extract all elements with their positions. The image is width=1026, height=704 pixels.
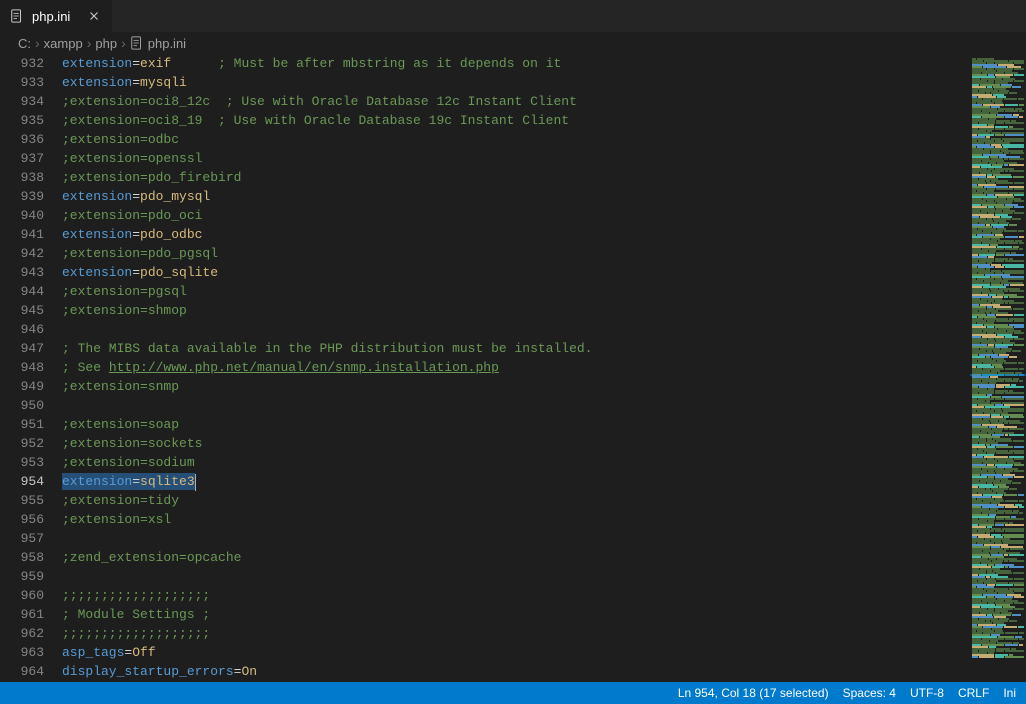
line-number: 947 <box>0 339 44 358</box>
code-line[interactable]: ;extension=odbc <box>62 130 970 149</box>
code-line[interactable] <box>62 396 970 415</box>
line-number-gutter: 9329339349359369379389399409419429439449… <box>0 54 62 682</box>
line-number: 961 <box>0 605 44 624</box>
code-line[interactable]: ;extension=snmp <box>62 377 970 396</box>
status-encoding[interactable]: UTF-8 <box>910 686 944 700</box>
line-number: 946 <box>0 320 44 339</box>
line-number: 934 <box>0 92 44 111</box>
line-number: 957 <box>0 529 44 548</box>
chevron-right-icon: › <box>35 35 40 51</box>
tab-bar: php.ini <box>0 0 1026 32</box>
chevron-right-icon: › <box>87 35 92 51</box>
code-line[interactable] <box>62 320 970 339</box>
code-line[interactable]: ;zend_extension=opcache <box>62 548 970 567</box>
file-config-icon <box>10 9 24 23</box>
line-number: 936 <box>0 130 44 149</box>
line-number: 952 <box>0 434 44 453</box>
line-number: 955 <box>0 491 44 510</box>
line-number: 960 <box>0 586 44 605</box>
line-number: 938 <box>0 168 44 187</box>
line-number: 944 <box>0 282 44 301</box>
line-number: 956 <box>0 510 44 529</box>
code-line[interactable]: ;extension=pdo_firebird <box>62 168 970 187</box>
code-line[interactable]: extension=mysqli <box>62 73 970 92</box>
code-line[interactable]: ;extension=oci8_12c ; Use with Oracle Da… <box>62 92 970 111</box>
code-line[interactable]: ; See http://www.php.net/manual/en/snmp.… <box>62 358 970 377</box>
code-line[interactable]: ;extension=pgsql <box>62 282 970 301</box>
line-number: 962 <box>0 624 44 643</box>
code-line[interactable]: ; The MIBS data available in the PHP dis… <box>62 339 970 358</box>
code-line[interactable] <box>62 529 970 548</box>
line-number: 932 <box>0 54 44 73</box>
line-number: 942 <box>0 244 44 263</box>
line-number: 945 <box>0 301 44 320</box>
code-line[interactable]: ;extension=openssl <box>62 149 970 168</box>
status-bar: Ln 954, Col 18 (17 selected) Spaces: 4 U… <box>0 682 1026 704</box>
line-number: 958 <box>0 548 44 567</box>
breadcrumb-file[interactable]: php.ini <box>148 36 186 51</box>
status-language[interactable]: Ini <box>1003 686 1016 700</box>
line-number: 939 <box>0 187 44 206</box>
code-line[interactable]: extension=exif ; Must be after mbstring … <box>62 54 970 73</box>
tab-filename: php.ini <box>32 9 70 24</box>
close-icon[interactable] <box>86 8 102 24</box>
code-line[interactable]: display_startup_errors=On <box>62 662 970 681</box>
code-line[interactable]: ;;;;;;;;;;;;;;;;;;; <box>62 586 970 605</box>
line-number: 937 <box>0 149 44 168</box>
breadcrumb-part[interactable]: php <box>95 36 117 51</box>
line-number: 933 <box>0 73 44 92</box>
line-number: 950 <box>0 396 44 415</box>
line-number: 951 <box>0 415 44 434</box>
code-line[interactable]: ;extension=soap <box>62 415 970 434</box>
code-line[interactable]: ;extension=tidy <box>62 491 970 510</box>
code-line[interactable]: extension=pdo_sqlite <box>62 263 970 282</box>
status-eol[interactable]: CRLF <box>958 686 989 700</box>
line-number: 949 <box>0 377 44 396</box>
editor[interactable]: 9329339349359369379389399409419429439449… <box>0 54 1026 682</box>
code-line[interactable]: ; Module Settings ; <box>62 605 970 624</box>
code-line[interactable]: ;extension=oci8_19 ; Use with Oracle Dat… <box>62 111 970 130</box>
code-line[interactable]: ;extension=sockets <box>62 434 970 453</box>
code-line[interactable]: extension=pdo_odbc <box>62 225 970 244</box>
line-number: 963 <box>0 643 44 662</box>
code-line[interactable]: asp_tags=Off <box>62 643 970 662</box>
code-line[interactable]: ;extension=pdo_pgsql <box>62 244 970 263</box>
code-line[interactable]: ;;;;;;;;;;;;;;;;;;; <box>62 624 970 643</box>
code-line[interactable]: ;extension=pdo_oci <box>62 206 970 225</box>
breadcrumb[interactable]: C: › xampp › php › php.ini <box>0 32 1026 54</box>
line-number: 954 <box>0 472 44 491</box>
code-line[interactable]: ;extension=shmop <box>62 301 970 320</box>
code-line[interactable]: ;extension=xsl <box>62 510 970 529</box>
editor-tab[interactable]: php.ini <box>0 0 112 32</box>
minimap[interactable] <box>970 54 1026 682</box>
line-number: 948 <box>0 358 44 377</box>
line-number: 940 <box>0 206 44 225</box>
status-indentation[interactable]: Spaces: 4 <box>843 686 896 700</box>
code-line[interactable] <box>62 567 970 586</box>
breadcrumb-part[interactable]: xampp <box>44 36 83 51</box>
breadcrumb-part[interactable]: C: <box>18 36 31 51</box>
chevron-right-icon: › <box>121 35 126 51</box>
line-number: 959 <box>0 567 44 586</box>
file-config-icon <box>130 36 144 50</box>
line-number: 953 <box>0 453 44 472</box>
code-line[interactable]: ;extension=sodium <box>62 453 970 472</box>
line-number: 964 <box>0 662 44 681</box>
line-number: 943 <box>0 263 44 282</box>
code-line[interactable]: extension=pdo_mysql <box>62 187 970 206</box>
status-cursor-position[interactable]: Ln 954, Col 18 (17 selected) <box>678 686 829 700</box>
line-number: 941 <box>0 225 44 244</box>
code-content[interactable]: extension=exif ; Must be after mbstring … <box>62 54 970 682</box>
code-line[interactable]: extension=sqlite3 <box>62 472 970 491</box>
line-number: 935 <box>0 111 44 130</box>
